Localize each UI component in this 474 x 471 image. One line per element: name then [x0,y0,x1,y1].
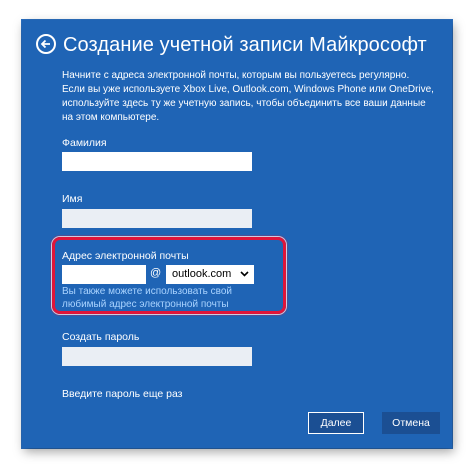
first-name-label: Имя [62,193,83,205]
email-label: Адрес электронной почты [62,250,189,262]
intro-text: Начните с адреса электронной почты, кото… [62,70,434,123]
cancel-button[interactable]: Отмена [382,412,440,434]
email-domain-value: outlook.com [172,268,232,280]
email-domain-select[interactable]: outlook.com [166,265,254,284]
page-title: Создание учетной записи Майкрософт [63,34,427,56]
account-creation-dialog: Создание учетной записи Майкрософт Начни… [22,20,452,448]
use-own-email-link[interactable]: Вы также можете использовать свой любимы… [62,285,262,311]
back-button[interactable] [36,34,56,54]
password-repeat-label: Введите пароль еще раз [62,388,183,400]
chevron-down-icon [240,271,249,277]
email-input[interactable] [62,265,146,284]
at-sign: @ [150,267,162,279]
last-name-input[interactable] [62,152,252,171]
next-button[interactable]: Далее [308,412,364,434]
arrow-left-icon [40,39,50,49]
last-name-label: Фамилия [62,137,107,149]
first-name-input[interactable] [62,209,252,228]
password-input[interactable] [62,347,252,366]
password-label: Создать пароль [62,331,140,343]
